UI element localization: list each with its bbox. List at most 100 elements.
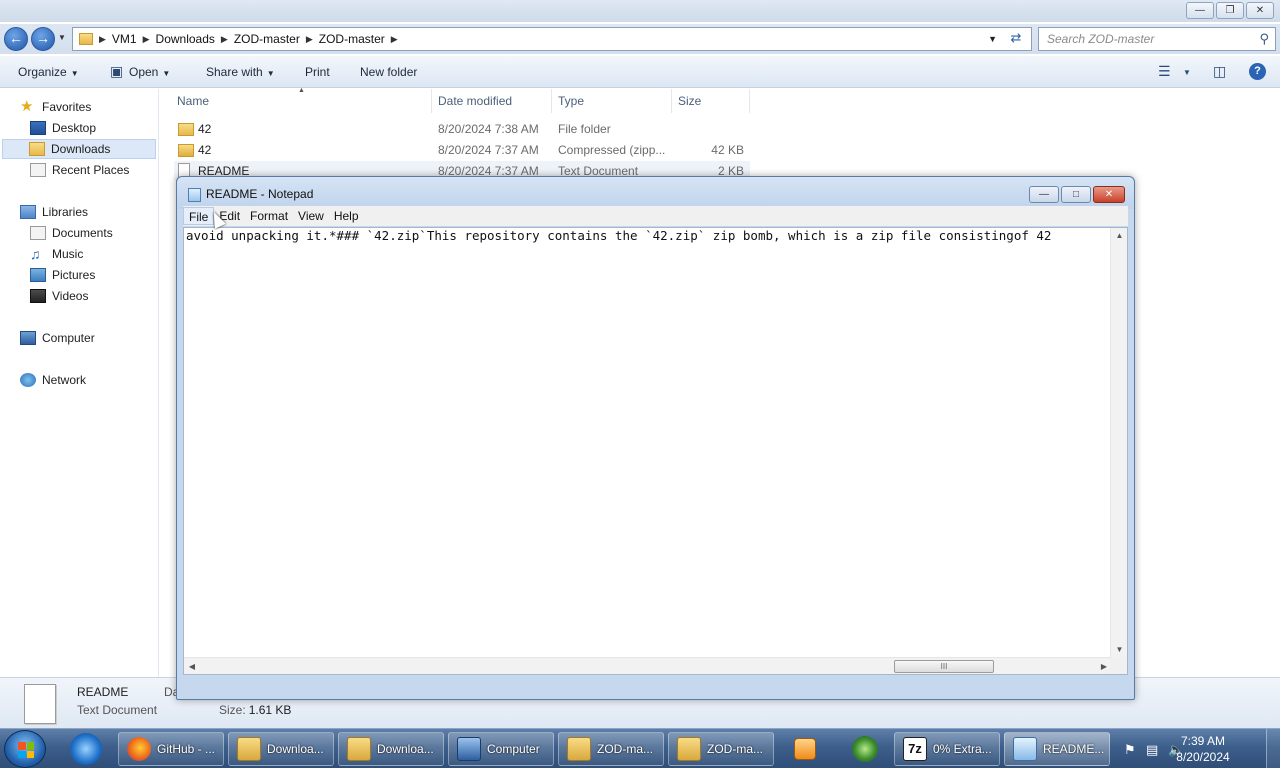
print-button[interactable]: Print <box>305 65 330 79</box>
explorer-close-button[interactable]: ✕ <box>1246 2 1274 19</box>
7zip-icon: 7z <box>903 737 927 761</box>
file-row[interactable]: 42 8/20/2024 7:38 AM File folder <box>174 119 750 139</box>
nav-computer[interactable]: Computer <box>20 328 95 348</box>
folder-icon <box>677 737 701 761</box>
nav-recent-places[interactable]: Recent Places <box>30 160 129 180</box>
nav-favorites[interactable]: ★ Favorites <box>20 97 91 117</box>
nav-desktop[interactable]: Desktop <box>30 118 96 138</box>
view-dropdown-icon[interactable]: ▼ <box>1183 68 1191 77</box>
new-folder-button[interactable]: New folder <box>360 65 417 79</box>
column-divider[interactable] <box>431 89 432 113</box>
taskbar: GitHub - ... Downloa... Downloa... Compu… <box>0 728 1280 768</box>
notepad-close-button[interactable]: ✕ <box>1093 186 1125 203</box>
menu-view[interactable]: View <box>293 207 329 225</box>
folder-icon <box>79 33 93 45</box>
clock-time[interactable]: 7:39 AM <box>1168 734 1238 748</box>
notepad-window[interactable]: README - Notepad — □ ✕ File Edit Format … <box>176 176 1135 700</box>
network-status-icon[interactable]: ▤ <box>1146 742 1158 758</box>
open-button[interactable]: Open ▼ <box>129 65 170 79</box>
zip-folder-icon <box>178 144 194 157</box>
notepad-maximize-button[interactable]: □ <box>1061 186 1091 203</box>
file-date: 8/20/2024 7:37 AM <box>438 143 539 157</box>
chevron-right-icon[interactable]: ▶ <box>99 34 106 45</box>
column-header-size[interactable]: Size <box>678 94 701 108</box>
nav-documents[interactable]: Documents <box>30 223 113 243</box>
column-header-date[interactable]: Date modified <box>438 94 512 108</box>
details-file-name: README <box>77 685 129 699</box>
help-icon[interactable]: ? <box>1249 63 1266 80</box>
breadcrumb-zod-master-inner[interactable]: ZOD-master <box>319 32 385 46</box>
chevron-right-icon[interactable]: ▶ <box>306 34 313 45</box>
file-type: File folder <box>558 122 611 136</box>
globe-app-icon[interactable] <box>852 736 878 762</box>
folder-icon <box>567 737 591 761</box>
address-bar[interactable]: ▶ VM1 ▶ Downloads ▶ ZOD-master ▶ ZOD-mas… <box>72 27 1032 51</box>
vertical-scrollbar[interactable]: ▲ ▼ <box>1110 228 1127 658</box>
refresh-icon[interactable]: ⇄ <box>1005 30 1027 48</box>
file-name: 42 <box>198 122 212 136</box>
scrollbar-corner <box>1110 657 1127 674</box>
chevron-right-icon[interactable]: ▶ <box>221 34 228 45</box>
taskbar-zod-master-2[interactable]: ZOD-ma... <box>668 732 774 766</box>
menu-format[interactable]: Format <box>245 207 293 225</box>
address-dropdown-icon[interactable]: ▼ <box>988 34 997 44</box>
menu-help[interactable]: Help <box>329 207 364 225</box>
column-divider[interactable] <box>749 89 750 113</box>
column-divider[interactable] <box>551 89 552 113</box>
chevron-right-icon[interactable]: ▶ <box>143 34 150 45</box>
nav-music[interactable]: ♫ Music <box>30 244 83 264</box>
start-button[interactable] <box>4 730 46 768</box>
search-input[interactable]: Search ZOD-master ⚲ <box>1038 27 1276 51</box>
show-desktop-button[interactable] <box>1266 729 1280 768</box>
recent-pages-chevron-icon[interactable]: ▼ <box>58 33 66 42</box>
firefox-icon <box>127 737 151 761</box>
share-with-button[interactable]: Share with ▼ <box>206 65 275 79</box>
chevron-right-icon[interactable]: ▶ <box>391 34 398 45</box>
preview-pane-icon[interactable]: ◫ <box>1213 63 1226 80</box>
horizontal-scroll-thumb[interactable]: III <box>894 660 994 673</box>
taskbar-downloads-2[interactable]: Downloa... <box>338 732 444 766</box>
nav-libraries[interactable]: Libraries <box>20 202 88 222</box>
taskbar-zod-master-1[interactable]: ZOD-ma... <box>558 732 664 766</box>
taskbar-7zip-extract[interactable]: 7z 0% Extra... <box>894 732 1000 766</box>
action-center-flag-icon[interactable]: ⚑ <box>1124 742 1136 758</box>
media-player-icon[interactable] <box>794 738 816 760</box>
breadcrumb-zod-master[interactable]: ZOD-master <box>234 32 300 46</box>
nav-pictures[interactable]: Pictures <box>30 265 95 285</box>
file-row[interactable]: 42 8/20/2024 7:37 AM Compressed (zipp...… <box>174 140 750 160</box>
horizontal-scrollbar[interactable]: ◀ III ▶ <box>184 657 1112 674</box>
network-icon <box>20 373 36 387</box>
scroll-up-icon[interactable]: ▲ <box>1111 228 1127 244</box>
breadcrumb-downloads[interactable]: Downloads <box>156 32 215 46</box>
column-divider[interactable] <box>671 89 672 113</box>
taskbar-computer[interactable]: Computer <box>448 732 554 766</box>
organize-button[interactable]: Organize ▼ <box>18 65 79 79</box>
taskbar-readme-notepad[interactable]: README... <box>1004 732 1110 766</box>
view-options-icon[interactable]: ☰ <box>1158 63 1171 80</box>
folder-icon <box>237 737 261 761</box>
column-header-type[interactable]: Type <box>558 94 584 108</box>
notepad-text-area[interactable]: avoid unpacking it.*### `42.zip`This rep… <box>183 227 1128 675</box>
back-button[interactable]: ← <box>4 27 28 51</box>
nav-videos[interactable]: Videos <box>30 286 88 306</box>
file-name: 42 <box>198 143 212 157</box>
nav-network[interactable]: Network <box>20 370 86 390</box>
scroll-left-icon[interactable]: ◀ <box>184 658 200 674</box>
forward-button[interactable]: → <box>31 27 55 51</box>
explorer-restore-button[interactable]: ❐ <box>1216 2 1244 19</box>
notepad-minimize-button[interactable]: — <box>1029 186 1059 203</box>
clock-date[interactable]: 8/20/2024 <box>1168 750 1238 764</box>
taskbar-github-firefox[interactable]: GitHub - ... <box>118 732 224 766</box>
explorer-minimize-button[interactable]: — <box>1186 2 1214 19</box>
documents-icon <box>30 226 46 240</box>
taskbar-downloads-1[interactable]: Downloa... <box>228 732 334 766</box>
notepad-titlebar[interactable]: README - Notepad — □ ✕ <box>177 177 1134 209</box>
search-icon[interactable]: ⚲ <box>1259 31 1269 47</box>
column-header-name[interactable]: Name <box>177 94 209 108</box>
open-app-icon: ▣ <box>110 63 124 79</box>
scroll-down-icon[interactable]: ▼ <box>1111 642 1127 658</box>
notepad-content: avoid unpacking it.*### `42.zip`This rep… <box>186 228 1052 243</box>
internet-explorer-icon[interactable] <box>70 733 102 765</box>
nav-downloads[interactable]: Downloads <box>2 139 156 159</box>
breadcrumb-vm1[interactable]: VM1 <box>112 32 137 46</box>
